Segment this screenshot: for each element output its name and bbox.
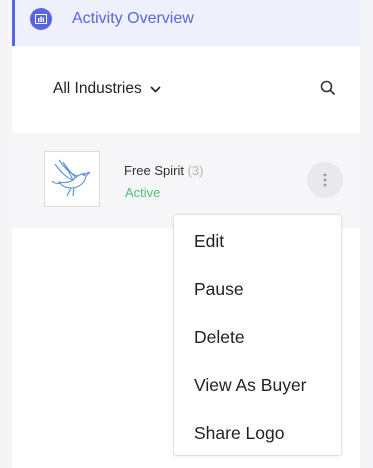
chart-icon [30,8,52,30]
header-title[interactable]: Activity Overview [72,10,194,28]
chevron-down-icon [150,85,161,93]
status-badge: Active [125,185,161,200]
context-menu: Edit Pause Delete View As Buyer Share Lo… [173,214,342,456]
search-icon[interactable] [320,80,336,96]
menu-item-view-as-buyer[interactable]: View As Buyer [194,375,307,396]
menu-item-edit[interactable]: Edit [194,231,224,252]
filter-label: All Industries [53,80,142,97]
bird-logo [44,151,100,207]
more-options-button[interactable] [307,162,343,198]
more-vertical-icon [323,173,327,187]
industry-filter-dropdown[interactable]: All Industries [53,80,161,98]
menu-item-pause[interactable]: Pause [194,279,244,300]
menu-item-delete[interactable]: Delete [194,327,245,348]
menu-item-share-logo[interactable]: Share Logo [194,423,285,444]
listing-name[interactable]: Free Spirit (3) [124,163,203,178]
listing-count: (3) [187,163,204,178]
listing-title: Free Spirit [124,163,184,178]
